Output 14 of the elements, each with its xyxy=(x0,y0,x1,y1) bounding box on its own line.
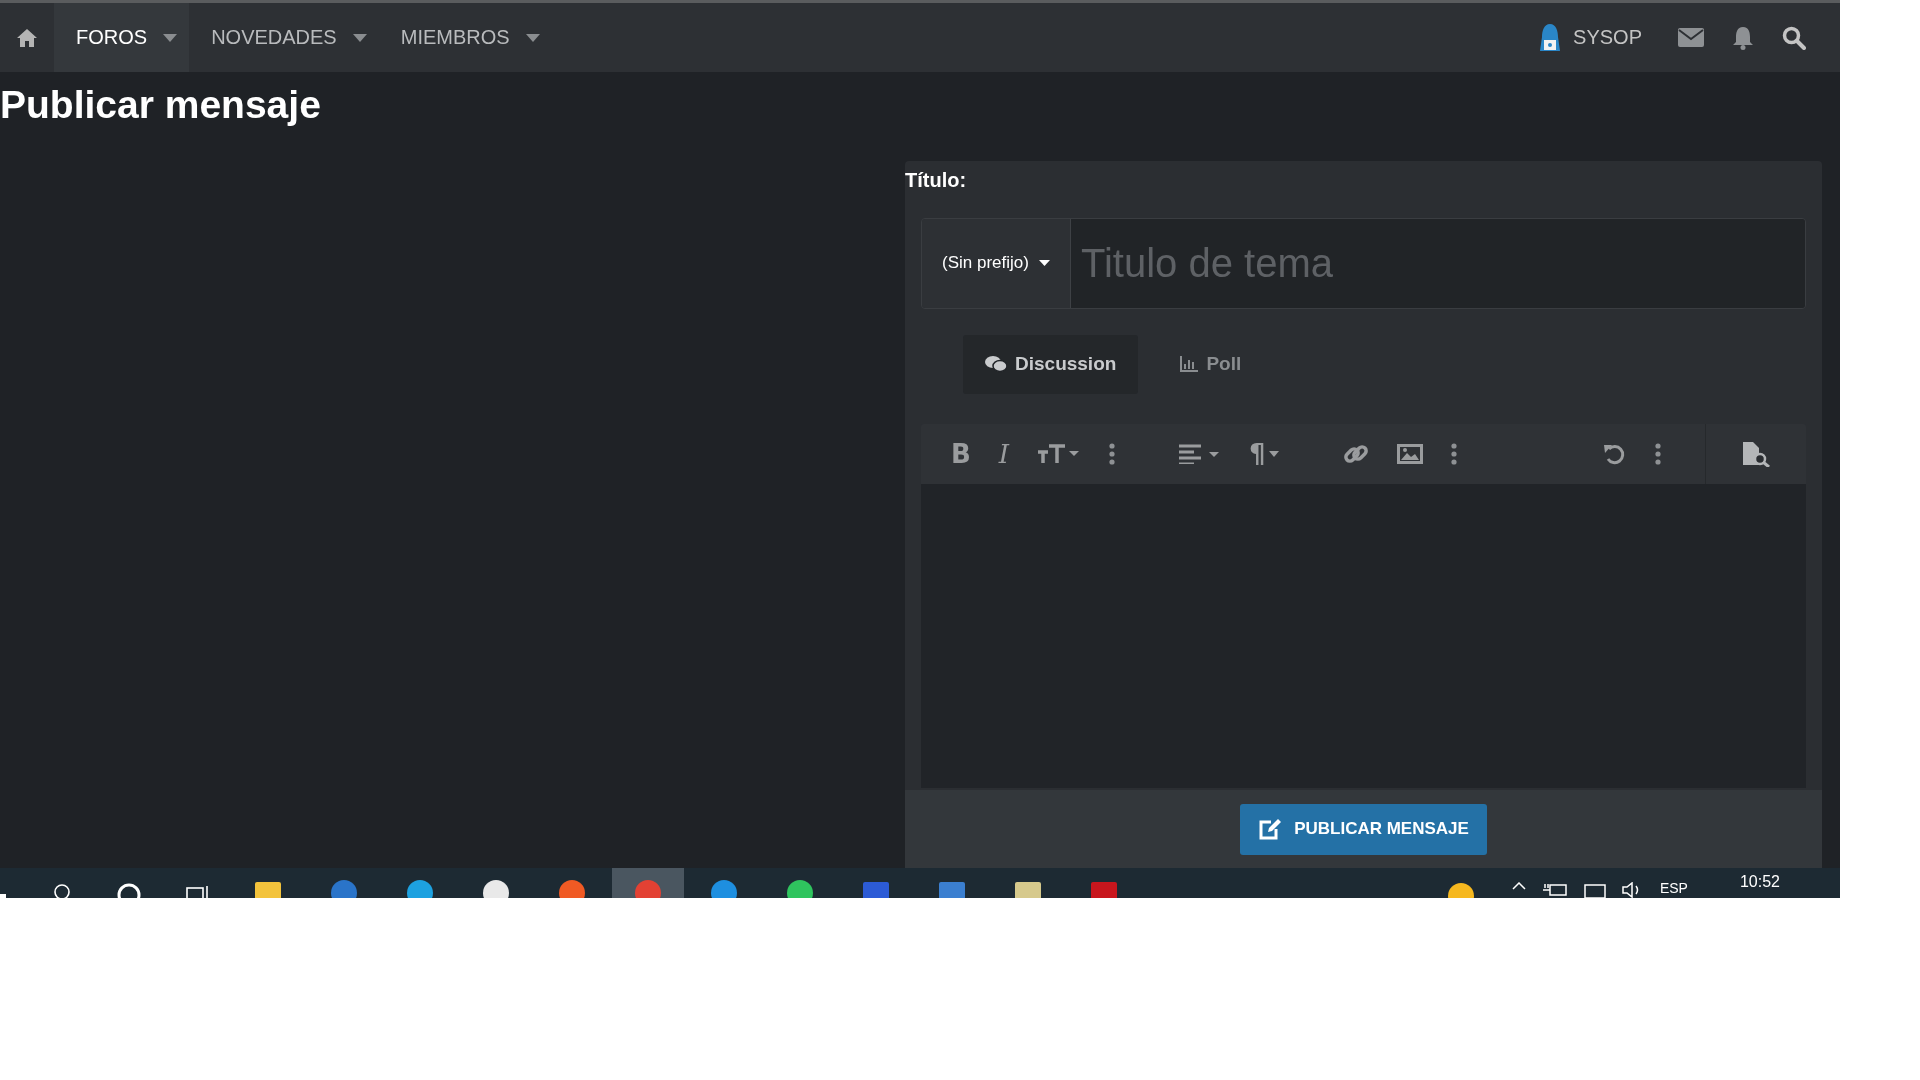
type-tab[interactable]: Poll xyxy=(1158,334,1264,394)
clock[interactable]: 10:52 xyxy=(1739,873,1780,891)
user-link[interactable]: SYSOP xyxy=(1573,26,1642,49)
italic-button[interactable]: I xyxy=(998,438,1010,469)
nav-tab[interactable]: MIEMBROS xyxy=(378,3,552,72)
language-indicator[interactable]: ESP xyxy=(1659,880,1688,896)
bold-button[interactable]: B xyxy=(951,438,971,469)
submit-button[interactable]: PUBLICAR MENSAJE xyxy=(1240,803,1487,855)
page-title: Publicar mensaje xyxy=(0,84,322,127)
nav-tab[interactable]: FOROS xyxy=(54,3,190,72)
nav-tab[interactable]: NOVEDADES xyxy=(189,3,379,72)
type-tab[interactable]: Discussion xyxy=(963,334,1139,394)
paragraph-button[interactable]: ¶ xyxy=(1249,438,1279,469)
field-label: Título: xyxy=(905,167,968,192)
